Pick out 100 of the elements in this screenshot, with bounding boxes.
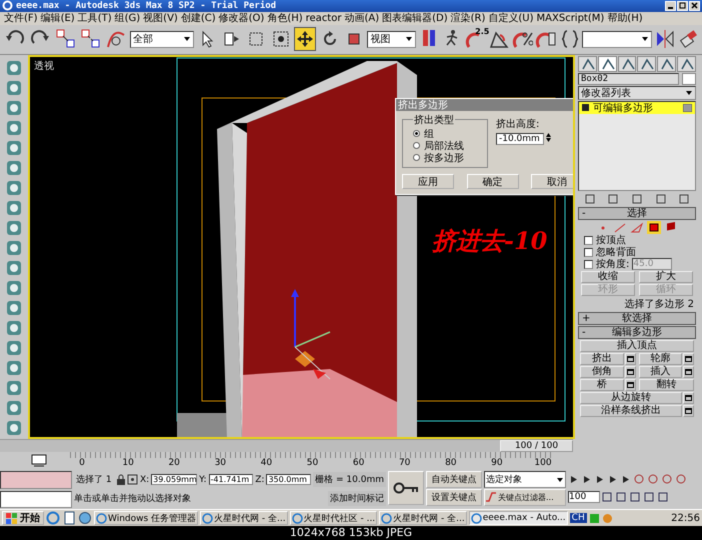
taskbar-button[interactable]: 火星时代网 - 全... [379,511,467,526]
panel-tab-icon[interactable] [657,56,676,72]
viewport-navigation-icon[interactable] [633,473,646,486]
stack-item[interactable]: 可编辑多边形 [579,102,695,114]
close-button[interactable] [689,0,700,11]
panel-tab-icon[interactable] [637,56,656,72]
panel-tab-icon[interactable] [618,56,636,72]
object-name-field[interactable]: Box02 [578,72,679,85]
panel-button[interactable]: 翻转 [638,378,694,391]
stack-tool-icon[interactable] [630,192,644,205]
spinner-arrows-icon[interactable] [546,132,551,142]
time-slider[interactable]: 100 / 100 [500,440,573,452]
panel-button[interactable]: 沿样条线挤出 [580,404,682,417]
stack-tool-icon[interactable] [654,192,668,205]
panel-tab-icon[interactable] [677,56,696,72]
menu-item[interactable]: 渲染(R) [450,11,486,26]
settings-button[interactable] [683,366,694,378]
time-slider-track[interactable]: 100 / 100 [0,439,573,452]
viewport-navigation-icon[interactable] [643,491,656,504]
minimize-button[interactable] [665,0,676,11]
tool-icon[interactable] [5,58,23,77]
named-selection-dropdown[interactable] [582,30,652,48]
tool-icon[interactable] [5,338,23,357]
viewport-navigation-icon[interactable] [601,491,614,504]
tool-icon[interactable] [5,178,23,197]
object-color-swatch[interactable] [682,72,696,85]
key-filters-button[interactable]: 关键点过滤器... [484,489,566,506]
restore-button[interactable] [677,0,688,11]
tool-button[interactable] [294,27,316,52]
globe-icon[interactable] [78,511,92,526]
menu-item[interactable]: 自定义(U) [488,11,534,26]
taskbar-button[interactable]: Windows 任务管理器 [94,511,198,526]
tool-icon[interactable] [5,138,23,157]
stack-tool-icon[interactable] [606,192,620,205]
language-indicator[interactable]: CH [570,513,587,524]
checkbox-row[interactable]: 按顶点 [578,234,696,246]
tool-icon[interactable] [5,78,23,97]
panel-button[interactable]: 扩大 [639,270,693,283]
key-mode-dropdown[interactable]: 选定对象 [484,471,566,488]
selection-filter-dropdown[interactable]: 全部 [130,30,194,48]
coordinate-system-dropdown[interactable]: 视图 [367,30,416,48]
panel-button[interactable]: 插入顶点 [580,340,694,352]
panel-button[interactable]: 从边旋转 [580,392,682,404]
absolute-mode-icon[interactable] [127,474,138,486]
dialog-button[interactable]: 应用 [402,174,454,189]
menu-item[interactable]: 帮助(H) [607,11,643,26]
tool-icon[interactable] [5,278,23,297]
checkbox-row[interactable]: 按角度: 45.0 [578,258,696,270]
taskbar-button[interactable]: eeee.max - Auto... [468,511,568,526]
panel-button[interactable]: 收缩 [581,270,635,283]
panel-button[interactable]: 桥 [580,378,624,391]
menu-item[interactable]: 图表编辑器(D) [382,11,448,26]
tool-icon[interactable] [5,198,23,217]
lock-icon[interactable] [116,474,126,486]
viewport-label[interactable]: 透视 [34,58,54,73]
viewport-navigation-icon[interactable] [629,491,642,504]
key-button[interactable] [388,471,424,506]
settings-button[interactable] [624,352,636,365]
tool-icon[interactable] [5,418,23,437]
tool-icon[interactable] [5,98,23,117]
radio-option[interactable]: 按多边形 [413,152,481,164]
menu-item[interactable]: 创建(C) [180,11,216,26]
menu-item[interactable]: 文件(F) [4,11,38,26]
settings-button[interactable] [683,352,694,365]
radio-option[interactable]: 局部法线 [413,140,481,152]
tool-icon[interactable] [5,238,23,257]
menu-item[interactable]: 编辑(E) [40,11,75,26]
panel-button[interactable]: 挤出 [580,352,624,365]
panel-tab-icon[interactable] [598,56,617,72]
tool-icon[interactable] [5,398,23,417]
auto-key-button[interactable]: 自动关键点 [426,471,482,488]
menu-item[interactable]: 动画(A) [344,11,380,26]
panel-button[interactable]: 插入 [638,366,682,378]
tool-icon[interactable] [5,118,23,137]
tool-icon[interactable] [5,158,23,177]
set-key-button[interactable]: 设置关键点 [426,489,482,506]
stack-tool-icon[interactable] [582,192,597,205]
panel-button[interactable]: 倒角 [580,366,624,378]
radio-option[interactable]: 组 [413,128,481,140]
menu-item[interactable]: 组(G) [114,11,140,26]
panel-tab-icon[interactable] [578,56,597,72]
document-icon[interactable] [62,511,76,526]
dialog-button[interactable]: 取消 [531,174,573,189]
start-button[interactable]: 开始 [2,511,44,526]
x-coordinate-field[interactable]: 39.059mm [151,474,198,486]
y-coordinate-field[interactable]: -41.741m [208,474,254,486]
viewport-navigation-icon[interactable] [657,491,670,504]
panel-button[interactable]: 轮廓 [638,352,682,365]
taskbar-button[interactable]: 火星时代社区 - ... [290,511,378,526]
taskbar-button[interactable]: 火星时代网 - 全... [200,511,288,526]
menu-item[interactable]: reactor [306,12,342,24]
z-coordinate-field[interactable]: 350.0mm [266,474,312,486]
viewport-navigation-icon[interactable] [615,491,628,504]
settings-button[interactable] [624,378,636,391]
add-time-tag[interactable]: 添加时间标记 [328,491,386,506]
rollout-header[interactable]: - 编辑多边形 [578,326,696,339]
menu-item[interactable]: 工具(T) [78,11,112,26]
dialog-button[interactable]: 确定 [466,174,518,189]
tool-icon[interactable] [5,218,23,237]
tool-icon[interactable] [5,378,23,397]
